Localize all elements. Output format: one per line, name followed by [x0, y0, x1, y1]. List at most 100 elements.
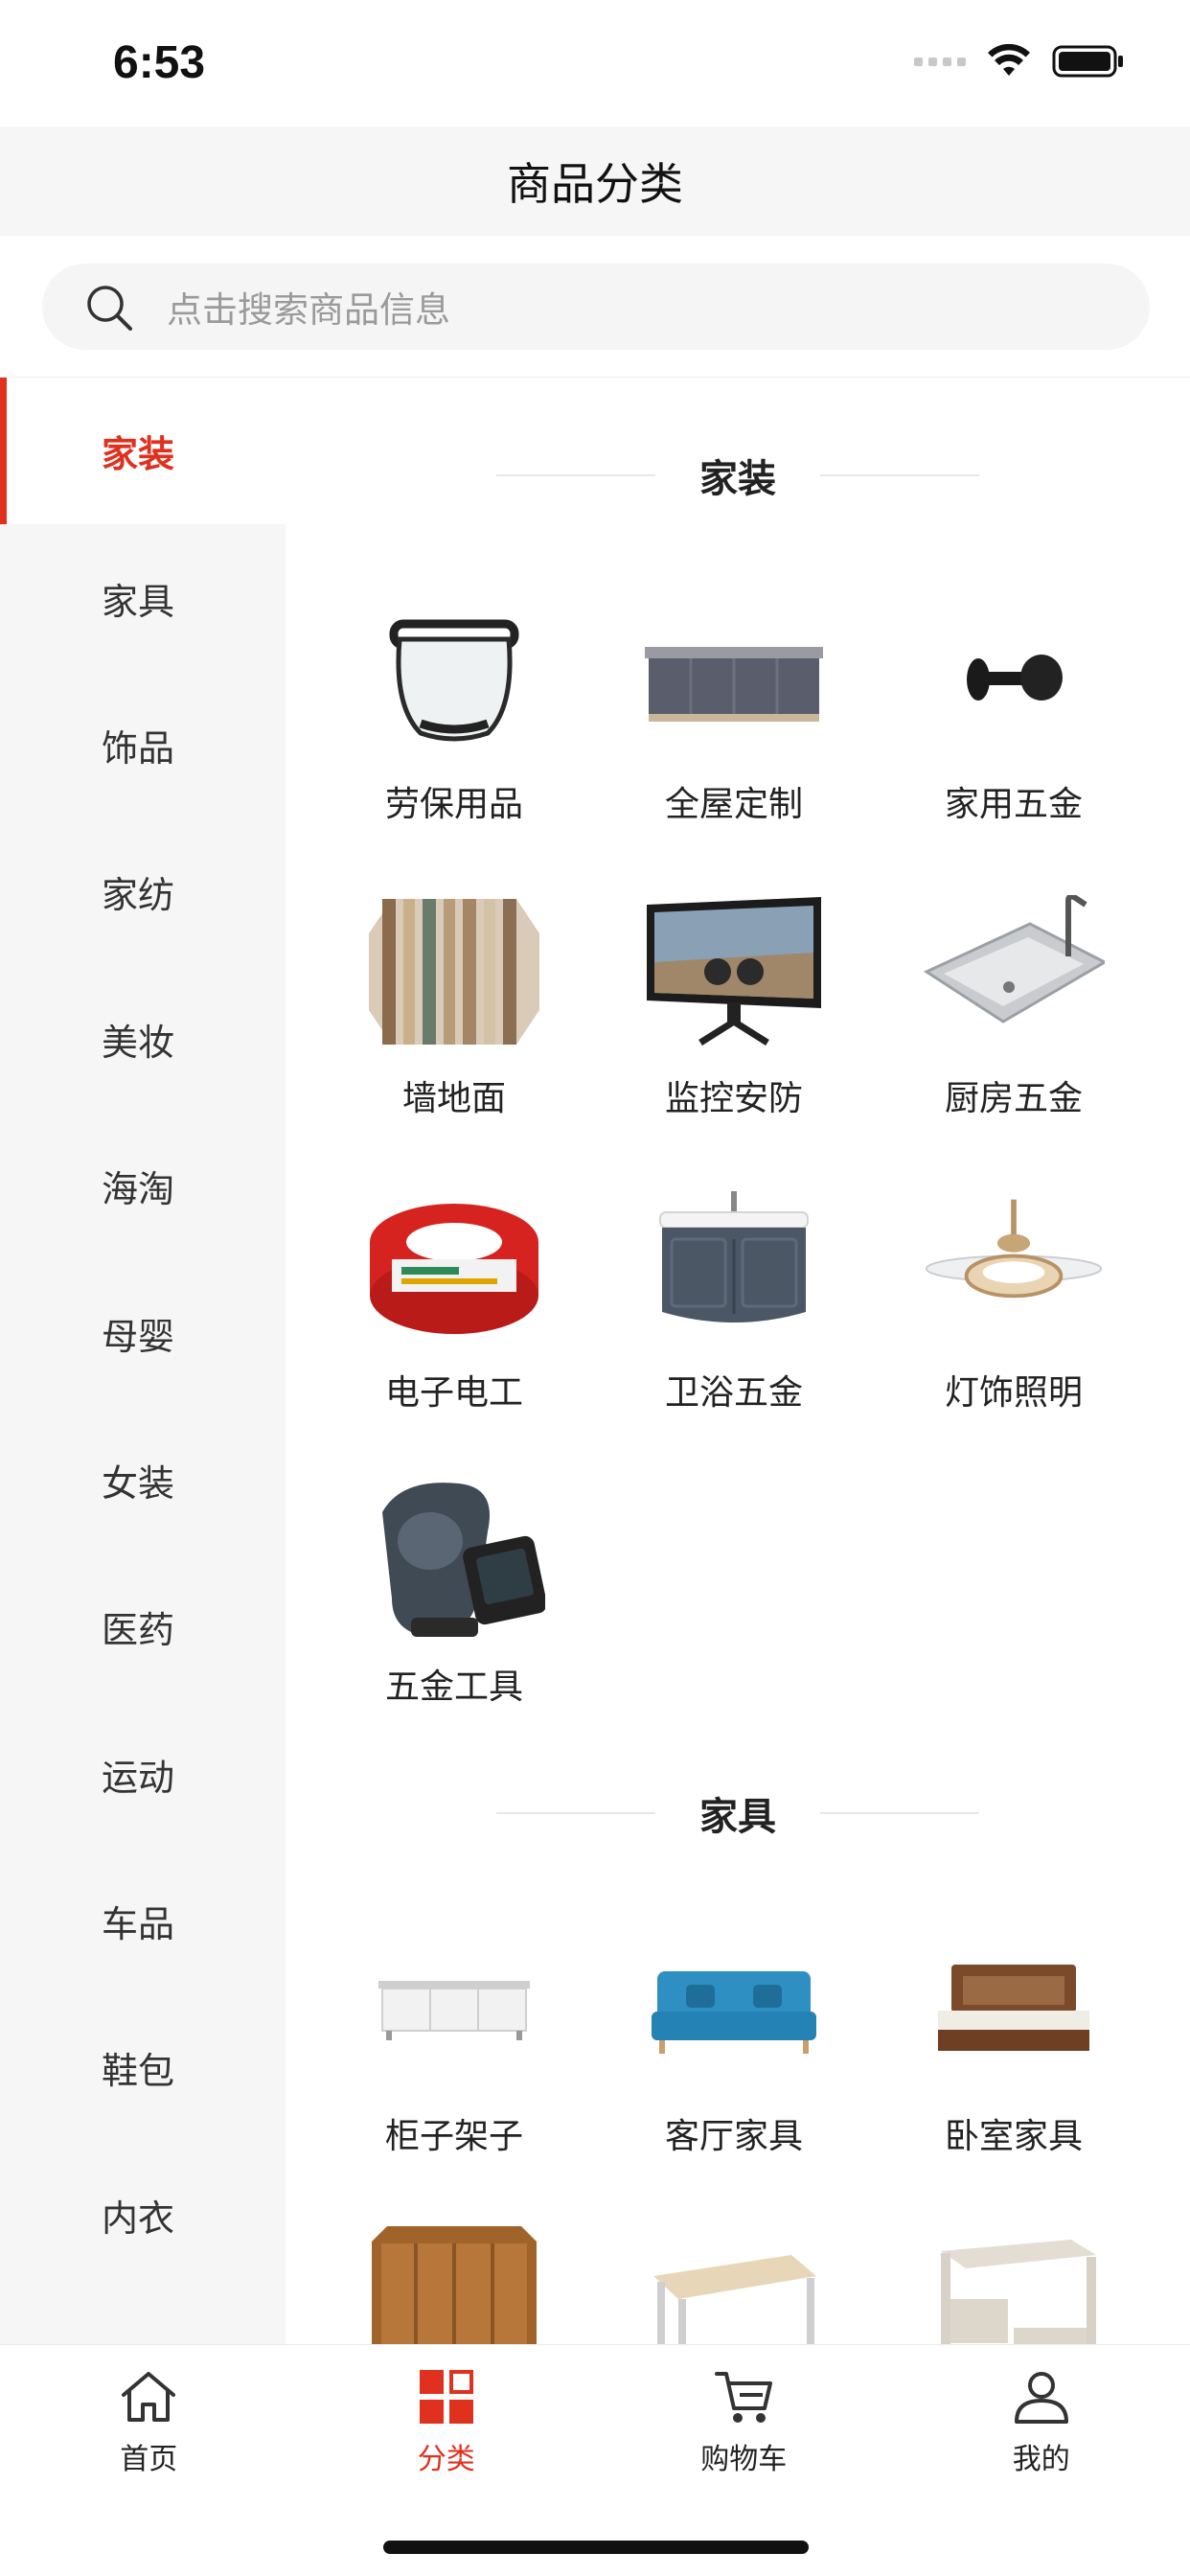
subcategory-item[interactable]: 卫浴五金 — [594, 1154, 874, 1448]
subcategory-label: 全屋定制 — [664, 785, 803, 824]
sidebar-item-label: 海淘 — [101, 1168, 174, 1211]
subcategory-item[interactable]: 柜子架子 — [314, 1898, 594, 2192]
search-input[interactable]: 点击搜索商品信息 — [42, 264, 1150, 350]
tab-profile[interactable]: 我的 — [893, 2345, 1190, 2489]
sidebar-item-yiyao[interactable]: 医药 — [0, 1553, 286, 1700]
category-content: 家装 劳保用品 全屋定制 家用五金 墙地面 监控安防 厨房五金 电子电工 卫浴五… — [286, 378, 1190, 2344]
subcategory-label: 卫浴五金 — [664, 1373, 803, 1413]
subcategory-item[interactable] — [594, 2192, 874, 2344]
wifi-icon — [988, 44, 1030, 76]
kitchen-cabinet-icon — [363, 1928, 545, 2091]
sidebar-item-yundong[interactable]: 运动 — [0, 1701, 286, 1848]
subcategory-label: 劳保用品 — [384, 785, 523, 824]
divider — [820, 474, 979, 476]
status-bar: 6:53 — [0, 0, 1190, 126]
wall-hook-icon — [923, 596, 1105, 759]
category-sidebar: 家装 家具 饰品 家纺 美妆 海淘 母婴 女装 医药 运动 车品 鞋包 内衣 — [0, 378, 286, 2344]
cart-icon — [715, 2372, 773, 2423]
subcategory-item[interactable]: 劳保用品 — [314, 565, 594, 860]
subcategory-label: 卧室家具 — [944, 2117, 1083, 2156]
sidebar-item-label: 医药 — [101, 1609, 174, 1652]
subcategory-item[interactable]: 电子电工 — [314, 1154, 594, 1448]
sidebar-item-muying[interactable]: 母婴 — [0, 1259, 286, 1406]
sidebar-item-label: 家纺 — [101, 874, 174, 917]
page-title: 商品分类 — [507, 158, 683, 210]
subcategory-item[interactable]: 厨房五金 — [874, 860, 1154, 1154]
sidebar-item-xiebao[interactable]: 鞋包 — [0, 1994, 286, 2141]
desk-icon — [643, 2222, 825, 2344]
wire-coil-icon — [363, 1184, 545, 1347]
sidebar-item-label: 内衣 — [101, 2196, 174, 2240]
nav-bar: 商品分类 — [0, 126, 1190, 236]
subcategory-item[interactable]: 墙地面 — [314, 860, 594, 1154]
subcategory-label: 家用五金 — [944, 785, 1083, 824]
subcategory-item[interactable]: 卧室家具 — [874, 1898, 1154, 2192]
sidebar-item-label: 家具 — [101, 580, 174, 623]
search-icon — [87, 286, 132, 331]
sidebar-item-chepin[interactable]: 车品 — [0, 1848, 286, 1994]
divider — [496, 1812, 655, 1814]
subcategory-label: 电子电工 — [384, 1373, 523, 1413]
sidebar-item-haitao[interactable]: 海淘 — [0, 1113, 286, 1259]
tab-label: 分类 — [417, 2443, 475, 2476]
subcategory-item[interactable] — [874, 2192, 1154, 2344]
sidebar-item-jiafang[interactable]: 家纺 — [0, 818, 286, 965]
sidebar-item-nvzhuang[interactable]: 女装 — [0, 1407, 286, 1553]
tab-category[interactable]: 分类 — [298, 2345, 596, 2489]
sidebar-item-label: 运动 — [101, 1756, 174, 1799]
sidebar-item-label: 鞋包 — [101, 2050, 174, 2093]
user-icon — [1014, 2372, 1068, 2424]
subcategory-label: 厨房五金 — [944, 1079, 1083, 1118]
subcategory-item[interactable]: 五金工具 — [314, 1448, 594, 1742]
subcategory-item[interactable] — [314, 2192, 594, 2344]
subcategory-label: 监控安防 — [664, 1079, 803, 1118]
divider — [820, 1812, 979, 1814]
signal-icon — [914, 57, 966, 66]
subcategory-grid: 柜子架子 客厅家具 卧室家具 — [314, 1898, 1154, 2344]
section-title: 家装 — [699, 457, 776, 501]
subcategory-label: 柜子架子 — [384, 2117, 523, 2156]
sidebar-item-neiyi[interactable]: 内衣 — [0, 2142, 286, 2288]
face-shield-icon — [363, 596, 545, 759]
tab-label: 购物车 — [700, 2443, 788, 2476]
computer-desk-icon — [923, 2222, 1105, 2344]
subcategory-grid: 劳保用品 全屋定制 家用五金 墙地面 监控安防 厨房五金 电子电工 卫浴五金 灯… — [314, 565, 1154, 1742]
tab-bar: 首页 分类 购物车 我的 — [0, 2344, 1190, 2576]
search-area: 点击搜索商品信息 — [0, 236, 1190, 378]
sidebar-item-label: 美妆 — [101, 1021, 174, 1064]
battery-icon — [1052, 45, 1123, 78]
subcategory-item[interactable]: 客厅家具 — [594, 1898, 874, 2192]
power-tool-icon — [363, 1479, 545, 1642]
home-indicator[interactable] — [383, 2541, 809, 2554]
cabinet-icon — [643, 596, 825, 759]
subcategory-label: 灯饰照明 — [944, 1373, 1083, 1413]
subcategory-label: 客厅家具 — [664, 2117, 803, 2156]
divider — [496, 474, 655, 476]
tab-home[interactable]: 首页 — [0, 2345, 298, 2489]
monitor-icon — [643, 890, 825, 1053]
tab-label: 我的 — [1012, 2443, 1070, 2476]
sidebar-item-label: 家装 — [101, 433, 174, 476]
section-header: 家具 — [286, 1784, 1190, 1842]
bathroom-vanity-icon — [643, 1184, 825, 1347]
subcategory-item[interactable]: 监控安防 — [594, 860, 874, 1154]
status-icons — [914, 44, 1125, 79]
status-time: 6:53 — [113, 37, 206, 88]
home-icon — [122, 2372, 176, 2422]
tab-label: 首页 — [120, 2443, 178, 2476]
sofa-icon — [643, 1928, 825, 2091]
subcategory-label: 五金工具 — [384, 1668, 523, 1707]
subcategory-item[interactable]: 灯饰照明 — [874, 1154, 1154, 1448]
subcategory-item[interactable]: 全屋定制 — [594, 565, 874, 860]
sidebar-item-label: 女装 — [101, 1461, 174, 1505]
sidebar-item-jiaju[interactable]: 家具 — [0, 524, 286, 671]
sidebar-item-label: 饰品 — [101, 726, 174, 770]
subcategory-label: 墙地面 — [401, 1079, 506, 1118]
sidebar-item-meizhuang[interactable]: 美妆 — [0, 966, 286, 1113]
sidebar-item-jiazhuang[interactable]: 家装 — [0, 378, 286, 525]
tab-cart[interactable]: 购物车 — [595, 2345, 893, 2489]
section-title: 家具 — [699, 1795, 776, 1839]
sidebar-item-shipin[interactable]: 饰品 — [0, 672, 286, 818]
ceiling-fan-icon — [923, 1184, 1105, 1347]
subcategory-item[interactable]: 家用五金 — [874, 565, 1154, 860]
